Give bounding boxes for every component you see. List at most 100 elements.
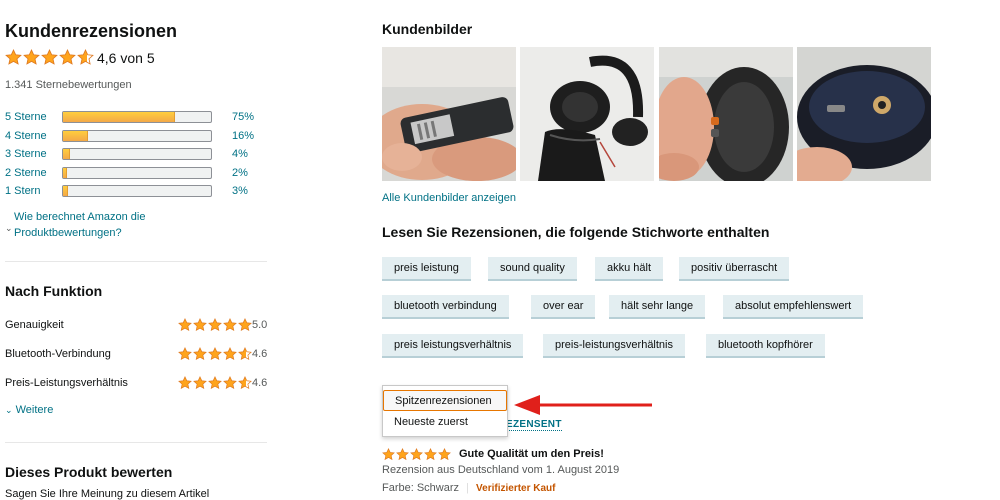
keyword-chip[interactable]: over ear: [531, 295, 596, 319]
histogram-percent[interactable]: 16%: [232, 130, 254, 142]
red-arrow-icon: [514, 395, 652, 415]
rating-histogram-row[interactable]: 2 Sterne 2%: [5, 166, 265, 182]
histogram-bar-fill: [63, 186, 69, 196]
feature-stars: [178, 347, 253, 364]
feature-star-icon: [208, 347, 222, 361]
keyword-chip[interactable]: preis leistungsverhältnis: [382, 334, 524, 358]
rate-product-subtitle: Sagen Sie Ihre Meinung zu diesem Artikel: [5, 488, 210, 500]
feature-star-icon: [178, 318, 192, 332]
rating-star-icon: [23, 49, 40, 65]
how-calculated-line1[interactable]: Wie berechnet Amazon die: [5, 209, 145, 225]
feature-value: 4.6: [252, 348, 268, 360]
rating-histogram-row[interactable]: 1 Stern 3%: [5, 184, 265, 200]
sort-option-newest[interactable]: Neueste zuerst: [383, 412, 507, 433]
feature-rating-row: Genauigkeit 5.0: [5, 318, 270, 334]
histogram-bar-fill: [63, 112, 175, 122]
feature-star-icon: [223, 347, 237, 361]
histogram-bar[interactable]: [62, 129, 212, 142]
total-ratings-count: 1.341 Sternebewertungen: [5, 79, 132, 91]
histogram-label[interactable]: 4 Sterne: [5, 130, 47, 142]
rating-star-icon: [77, 49, 94, 65]
separator: |: [466, 482, 469, 494]
hidden-link-fragment[interactable]: EZENSENT: [506, 419, 562, 431]
feature-star-icon: [238, 376, 252, 390]
review-title[interactable]: Gute Qualität um den Preis!: [459, 448, 604, 460]
photo-usb-cable-in-hand-icon: [382, 47, 516, 181]
keyword-chip[interactable]: sound quality: [488, 257, 577, 281]
sort-dropdown-menu[interactable]: Spitzenrezensionen Neueste zuerst: [382, 385, 508, 437]
feature-star-icon: [238, 347, 252, 361]
more-features-label[interactable]: Weitere: [16, 404, 54, 416]
feature-stars: [178, 318, 253, 335]
how-calculated-line2[interactable]: Produktbewertungen?: [5, 225, 145, 241]
histogram-percent[interactable]: 75%: [232, 111, 254, 123]
review-star-icon: [424, 448, 437, 461]
feature-star-icon: [208, 376, 222, 390]
feature-star-icon: [193, 376, 207, 390]
feature-star-icon: [178, 376, 192, 390]
customer-image-4[interactable]: [797, 47, 931, 181]
keyword-chip[interactable]: bluetooth kopfhörer: [706, 334, 825, 358]
how-calculated-link[interactable]: ⌄ Wie berechnet Amazon die Produktbewert…: [5, 211, 145, 241]
histogram-bar[interactable]: [62, 166, 212, 179]
rating-star-icon: [41, 49, 58, 65]
review-color[interactable]: Farbe: Schwarz: [382, 482, 459, 494]
customer-image-3[interactable]: [659, 47, 793, 181]
rating-histogram-row[interactable]: 5 Sterne 75%: [5, 110, 265, 126]
customer-image-2[interactable]: [520, 47, 654, 181]
histogram-percent[interactable]: 2%: [232, 167, 248, 179]
keyword-chip[interactable]: hält sehr lange: [609, 295, 706, 319]
feature-star-icon: [223, 318, 237, 332]
keyword-chip[interactable]: preis-leistungsverhältnis: [543, 334, 685, 358]
customer-images-title: Kundenbilder: [382, 21, 473, 37]
feature-star-icon: [208, 318, 222, 332]
feature-star-icon: [178, 347, 192, 361]
feature-star-icon: [193, 347, 207, 361]
sort-option-top-reviews[interactable]: Spitzenrezensionen: [383, 390, 507, 411]
feature-star-icon: [193, 318, 207, 332]
review-meta: Rezension aus Deutschland vom 1. August …: [382, 464, 620, 476]
review-star-icon: [410, 448, 423, 461]
feature-value: 5.0: [252, 319, 268, 331]
feature-rating-row: Bluetooth-Verbindung 4.6: [5, 347, 270, 363]
histogram-bar-fill: [63, 167, 67, 178]
review-star-icon: [438, 448, 451, 461]
histogram-bar[interactable]: [62, 111, 212, 123]
review-attributes: Farbe: Schwarz | Verifizierter Kauf: [382, 482, 556, 494]
histogram-label[interactable]: 5 Sterne: [5, 111, 47, 123]
review-star-icon: [396, 448, 409, 461]
histogram-bar-fill: [63, 130, 88, 141]
feature-stars: [178, 376, 253, 393]
customer-image-1[interactable]: [382, 47, 516, 181]
histogram-bar-fill: [63, 149, 70, 159]
histogram-bar[interactable]: [62, 148, 212, 160]
feature-name: Preis-Leistungsverhältnis: [5, 377, 128, 389]
keyword-chip[interactable]: absolut empfehlenswert: [723, 295, 864, 319]
histogram-label[interactable]: 2 Sterne: [5, 167, 47, 179]
rating-star-icon: [5, 49, 22, 65]
keyword-chip[interactable]: akku hält: [595, 257, 664, 281]
divider: [5, 261, 267, 262]
feature-star-icon: [238, 318, 252, 332]
review-stars[interactable]: [382, 448, 452, 462]
histogram-percent[interactable]: 3%: [232, 185, 248, 197]
review-star-icon: [382, 448, 395, 461]
photo-headphone-port-icon: [797, 47, 931, 181]
histogram-label[interactable]: 3 Sterne: [5, 148, 47, 160]
photo-headphone-buttons-icon: [659, 47, 793, 181]
rating-histogram-row[interactable]: 3 Sterne 4%: [5, 147, 265, 163]
more-features-link[interactable]: ⌄ Weitere: [5, 404, 53, 416]
keywords-title: Lesen Sie Rezensionen, die folgende Stic…: [382, 224, 770, 240]
chevron-down-icon: ⌄: [5, 405, 13, 415]
histogram-bar[interactable]: [62, 185, 212, 197]
average-rating-stars[interactable]: [5, 49, 95, 67]
histogram-label[interactable]: 1 Stern: [5, 185, 40, 197]
keyword-chip[interactable]: positiv überrascht: [679, 257, 790, 281]
keyword-chip[interactable]: bluetooth verbindung: [382, 295, 509, 319]
rating-histogram-row[interactable]: 4 Sterne 16%: [5, 129, 265, 145]
all-customer-images-link[interactable]: Alle Kundenbilder anzeigen: [382, 192, 516, 204]
keyword-chip[interactable]: preis leistung: [382, 257, 471, 281]
chevron-down-icon: ⌄: [5, 223, 13, 233]
histogram-percent[interactable]: 4%: [232, 148, 248, 160]
average-rating-text: 4,6 von 5: [97, 50, 155, 66]
